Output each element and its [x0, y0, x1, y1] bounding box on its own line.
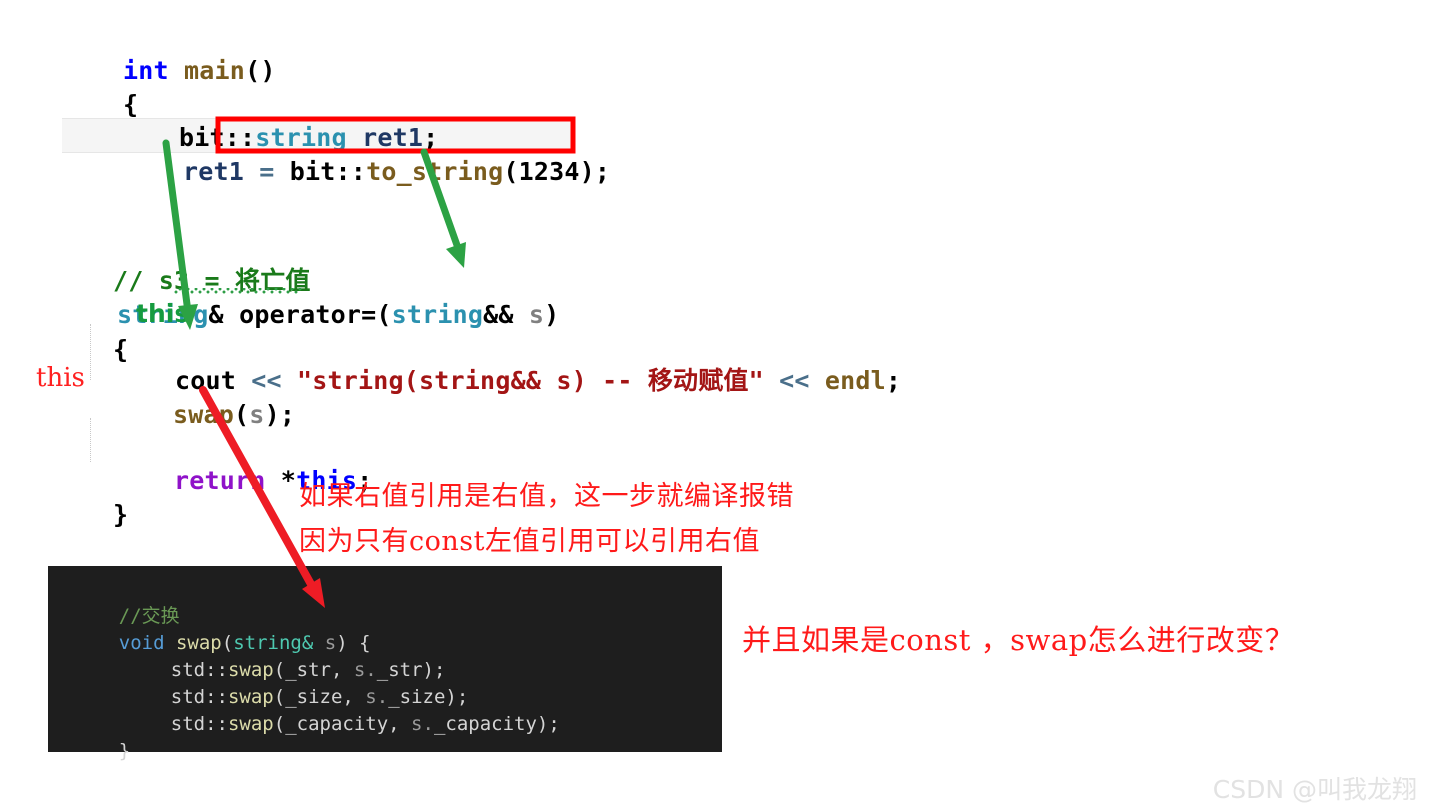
param-s: s [528, 300, 545, 329]
dark-code-line-swap-capacity: std::swap(_capacity, s._capacity); [125, 684, 560, 765]
ampersand: & [208, 300, 224, 329]
namespace-std: std:: [170, 713, 228, 735]
annotation-green-this: this [136, 299, 190, 328]
string-literal: "string(string&& s) -- 移动赋值" [297, 366, 764, 395]
argument-s: s [249, 400, 265, 429]
function-to-string: to_string [366, 157, 504, 186]
open-paren: ( [234, 400, 250, 429]
close-paren-semicolon: ); [264, 400, 296, 429]
code-line-assign-ret1: ret1 = bit::to_string(1234); [122, 121, 610, 223]
assign-operator: = [244, 157, 290, 186]
annotation-note-line2: 因为只有const左值引用可以引用右值 [299, 526, 760, 557]
function-main: main [184, 56, 246, 85]
brace: } [118, 740, 131, 762]
dot: . [422, 713, 434, 735]
code-line-close-brace: } [52, 464, 128, 566]
stream-endl: endl [824, 366, 886, 395]
literal-1234: 1234 [518, 157, 580, 186]
keyword-return: return [174, 466, 266, 495]
namespace-bit: bit:: [289, 157, 367, 186]
close-paren-semicolon: ); [536, 713, 560, 735]
open-paren: ( [376, 300, 392, 329]
function-operator-assign: operator= [239, 300, 377, 329]
dereference-star: * [280, 466, 297, 495]
comma: , [388, 713, 412, 735]
type-string-param: string [391, 300, 484, 329]
close-paren-semicolon: ); [579, 157, 611, 186]
close-paren: ) [544, 300, 560, 329]
annotation-note-right: 并且如果是const ，swap怎么进行改变？ [742, 623, 1295, 657]
variable-ret1: ret1 [183, 157, 245, 186]
member-capacity-2: _capacity [433, 713, 537, 735]
csdn-watermark: CSDN @叫我龙翔 [1212, 775, 1417, 804]
open-paren: ( [503, 157, 519, 186]
member-capacity: _capacity [285, 713, 389, 735]
function-std-swap: swap [227, 713, 274, 735]
indent-guide [90, 418, 91, 462]
stream-operator-2: << [763, 366, 825, 395]
annotation-note-line1: 如果右值引用是右值，这一步就编译报错 [299, 481, 794, 512]
annotation-red-this: this [36, 363, 85, 393]
dark-code-block: //交换 void swap(string& s) { std::swap(_s… [48, 566, 722, 762]
open-paren: ( [273, 713, 286, 735]
double-ampersand: && [483, 300, 514, 329]
dark-code-line-close-brace: } [73, 711, 130, 792]
semicolon: ; [885, 366, 902, 395]
parens: () [245, 56, 276, 85]
object-s: s [411, 713, 423, 735]
error-squiggle-underline [174, 288, 302, 294]
function-swap: swap [173, 400, 235, 429]
brace: } [113, 500, 129, 529]
